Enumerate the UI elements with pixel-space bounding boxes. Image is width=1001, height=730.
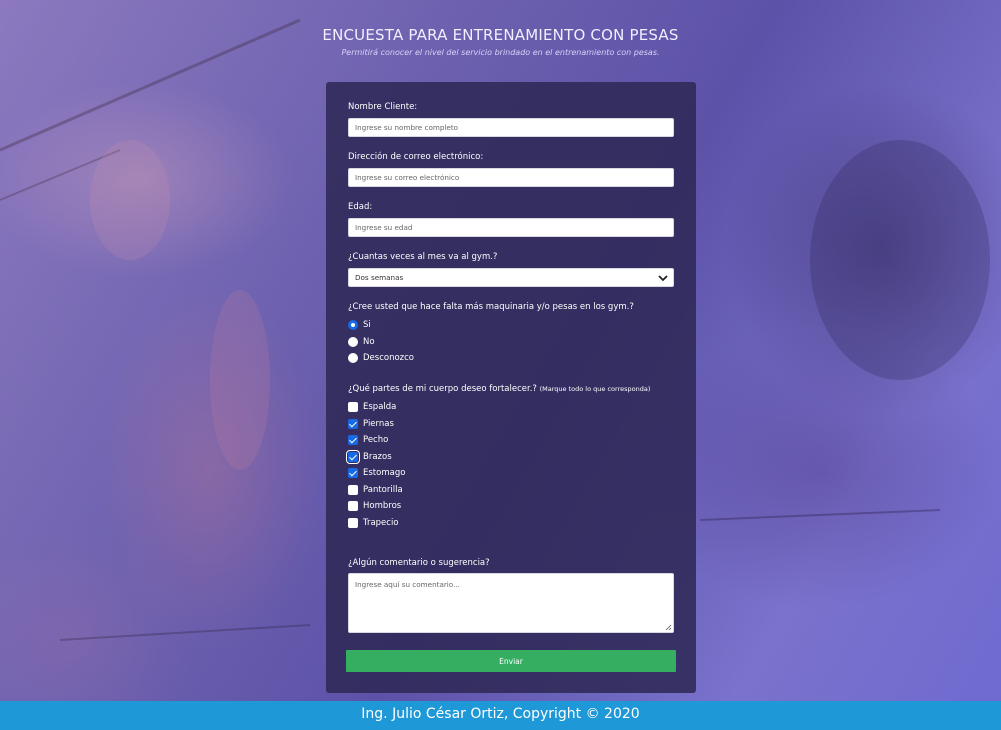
- age-label: Edad:: [348, 202, 373, 212]
- checkbox-option-trapecio[interactable]: Trapecio: [348, 515, 674, 532]
- page-subtitle: Permitirá conocer el nivel del servicio …: [341, 48, 660, 57]
- checkbox-pantorilla-label: Pantorilla: [363, 484, 403, 495]
- checkbox-option-pecho[interactable]: Pecho: [348, 432, 674, 449]
- chevron-down-icon: [658, 274, 668, 281]
- resize-handle-icon[interactable]: [665, 624, 672, 631]
- comments-group: ¿Algún comentario o sugerencia?: [348, 558, 674, 633]
- machinery-option-si[interactable]: Si: [348, 317, 634, 334]
- frequency-label: ¿Cuantas veces al mes va al gym.?: [348, 252, 498, 262]
- comments-textarea[interactable]: [348, 573, 674, 633]
- frequency-selected-value: Dos semanas: [355, 273, 404, 282]
- checkbox-estomago-label: Estomago: [363, 468, 406, 479]
- frequency-group: ¿Cuantas veces al mes va al gym.? Dos se…: [348, 252, 674, 287]
- checkbox-hombros[interactable]: [348, 501, 358, 512]
- checkbox-espalda-label: Espalda: [363, 402, 397, 413]
- machinery-group: ¿Cree usted que hace falta más maquinari…: [348, 302, 634, 367]
- machinery-option-desconozco[interactable]: Desconozco: [348, 350, 634, 367]
- machinery-option-no[interactable]: No: [348, 334, 634, 351]
- checkbox-option-piernas[interactable]: Piernas: [348, 416, 674, 433]
- radio-no[interactable]: [348, 336, 358, 347]
- page-title: ENCUESTA PARA ENTRENAMIENTO CON PESAS: [322, 26, 679, 44]
- age-input[interactable]: [348, 218, 674, 237]
- email-label: Dirección de correo electrónico:: [348, 152, 484, 162]
- survey-form: Nombre Cliente: Dirección de correo elec…: [326, 82, 696, 693]
- email-input[interactable]: [348, 168, 674, 187]
- name-label: Nombre Cliente:: [348, 102, 418, 112]
- frequency-select[interactable]: Dos semanas: [348, 268, 674, 287]
- page-header: ENCUESTA PARA ENTRENAMIENTO CON PESAS Pe…: [0, 26, 1001, 57]
- checkbox-pantorilla[interactable]: [348, 484, 358, 495]
- name-group: Nombre Cliente:: [348, 102, 674, 137]
- submit-button[interactable]: Enviar: [346, 650, 676, 672]
- footer: Ing. Julio César Ortiz, Copyright © 2020: [0, 701, 1001, 730]
- body-parts-question: ¿Qué partes de mi cuerpo deseo fortalece…: [348, 384, 537, 394]
- checkbox-option-espalda[interactable]: Espalda: [348, 399, 674, 416]
- checkbox-option-hombros[interactable]: Hombros: [348, 498, 674, 515]
- comments-label: ¿Algún comentario o sugerencia?: [348, 558, 490, 568]
- checkbox-hombros-label: Hombros: [363, 501, 402, 512]
- radio-desconozco[interactable]: [348, 353, 358, 364]
- checkbox-pecho-label: Pecho: [363, 435, 389, 446]
- checkbox-brazos[interactable]: [346, 449, 360, 464]
- radio-si-label: Si: [363, 320, 371, 331]
- body-parts-label: ¿Qué partes de mi cuerpo deseo fortalece…: [348, 383, 674, 395]
- checkbox-option-pantorilla[interactable]: Pantorilla: [348, 482, 674, 499]
- radio-no-label: No: [363, 336, 375, 347]
- body-parts-group: ¿Qué partes de mi cuerpo deseo fortalece…: [346, 383, 674, 532]
- checkbox-brazos-label: Brazos: [363, 451, 392, 462]
- checkbox-estomago[interactable]: [348, 468, 358, 479]
- email-group: Dirección de correo electrónico:: [348, 152, 674, 187]
- checkbox-option-estomago[interactable]: Estomago: [348, 465, 674, 482]
- name-input[interactable]: [348, 118, 674, 137]
- machinery-label: ¿Cree usted que hace falta más maquinari…: [348, 302, 634, 312]
- age-group: Edad:: [348, 202, 674, 237]
- body-parts-note: (Marque todo lo que corresponda): [539, 385, 651, 393]
- radio-desconozco-label: Desconozco: [363, 353, 414, 364]
- radio-si[interactable]: [348, 320, 358, 331]
- footer-copyright: Ing. Julio César Ortiz, Copyright © 2020: [361, 706, 640, 722]
- checkbox-piernas-label: Piernas: [363, 418, 394, 429]
- checkbox-trapecio-label: Trapecio: [363, 517, 399, 528]
- checkbox-espalda[interactable]: [348, 402, 358, 413]
- checkbox-piernas[interactable]: [348, 418, 358, 429]
- checkbox-pecho[interactable]: [348, 435, 358, 446]
- checkbox-option-brazos[interactable]: Brazos: [346, 449, 674, 466]
- checkbox-trapecio[interactable]: [348, 517, 358, 528]
